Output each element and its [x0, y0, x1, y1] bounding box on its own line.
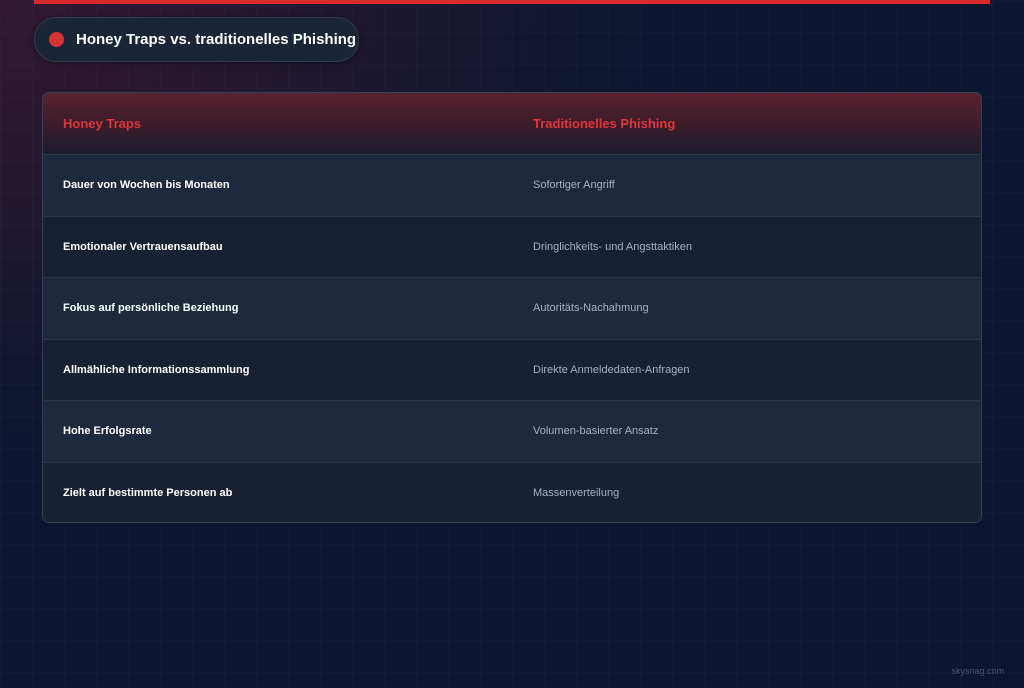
- status-dot-icon: [49, 32, 64, 47]
- cell-honey-traps: Dauer von Wochen bis Monaten: [63, 179, 230, 192]
- cell-honey-traps: Zielt auf bestimmte Personen ab: [63, 487, 233, 500]
- table-row: Allmähliche Informationssammlung Direkte…: [43, 339, 981, 401]
- cell-traditional-phishing: Sofortiger Angriff: [533, 179, 615, 192]
- column-header-honey-traps: Honey Traps: [63, 116, 142, 131]
- cell-honey-traps: Allmähliche Informationssammlung: [63, 363, 250, 376]
- comparison-table: Honey Traps Traditionelles Phishing Daue…: [42, 92, 982, 523]
- cell-traditional-phishing: Volumen-basierter Ansatz: [533, 425, 659, 438]
- table-header: Honey Traps Traditionelles Phishing: [43, 93, 981, 155]
- cell-traditional-phishing: Massenverteilung: [533, 487, 620, 500]
- column-header-traditional-phishing: Traditionelles Phishing: [533, 116, 676, 131]
- title-badge: Honey Traps vs. traditionelles Phishing: [34, 17, 359, 62]
- table-row: Zielt auf bestimmte Personen ab Massenve…: [43, 462, 981, 522]
- table-row: Dauer von Wochen bis Monaten Sofortiger …: [43, 155, 981, 217]
- cell-traditional-phishing: Autoritäts-Nachahmung: [533, 302, 649, 315]
- page-title: Honey Traps vs. traditionelles Phishing: [76, 31, 357, 48]
- table-row: Hohe Erfolgsrate Volumen-basierter Ansat…: [43, 401, 981, 463]
- table-row: Emotionaler Vertrauensaufbau Dringlichke…: [43, 216, 981, 278]
- cell-traditional-phishing: Dringlichkeits- und Angsttaktiken: [533, 240, 692, 253]
- top-accent-bar: [34, 0, 990, 4]
- cell-honey-traps: Emotionaler Vertrauensaufbau: [63, 240, 223, 253]
- table-row: Fokus auf persönliche Beziehung Autoritä…: [43, 278, 981, 340]
- watermark: skysnag.com: [951, 666, 1004, 676]
- cell-honey-traps: Hohe Erfolgsrate: [63, 425, 152, 438]
- cell-traditional-phishing: Direkte Anmeldedaten-Anfragen: [533, 363, 690, 376]
- cell-honey-traps: Fokus auf persönliche Beziehung: [63, 302, 239, 315]
